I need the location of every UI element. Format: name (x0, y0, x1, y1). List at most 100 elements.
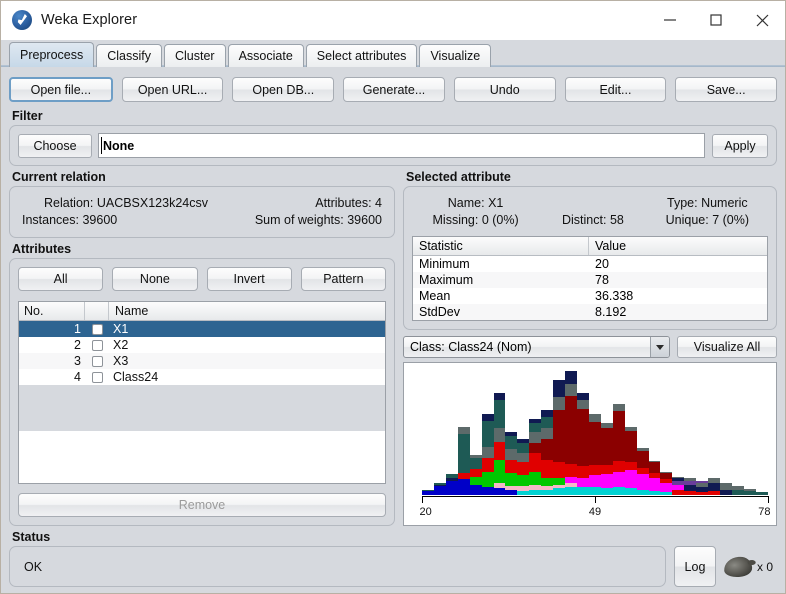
maximize-button[interactable] (693, 1, 739, 39)
attributes-count-row: Attributes: 4 (208, 196, 382, 210)
log-button[interactable]: Log (673, 546, 716, 587)
sum-weights-label: Sum of weights: (254, 213, 344, 227)
histogram-bar-segment (529, 442, 542, 454)
open-file-button[interactable]: Open file... (9, 77, 113, 102)
chevron-down-icon[interactable] (650, 337, 669, 357)
filter-box: Choose None Apply (9, 125, 777, 166)
histogram-bar-segment (541, 459, 554, 479)
close-button[interactable] (739, 1, 785, 39)
save-button[interactable]: Save... (675, 77, 778, 102)
choose-filter-button[interactable]: Choose (18, 133, 92, 158)
sum-weights-value: 39600 (347, 213, 382, 227)
histogram-bar-segment (588, 465, 601, 476)
attribute-histogram[interactable]: 20 49 78 (403, 362, 777, 526)
histogram-bar-segment (600, 465, 613, 475)
class-combo[interactable]: Class: Class24 (Nom) (403, 336, 670, 358)
table-row[interactable]: 2 X2 (19, 337, 385, 353)
open-db-button[interactable]: Open DB... (232, 77, 335, 102)
row-checkbox[interactable] (85, 323, 109, 335)
generate-button[interactable]: Generate... (343, 77, 445, 102)
column-header-name: Name (115, 304, 149, 318)
table-row[interactable]: 4 Class24 (19, 369, 385, 385)
histogram-bar-segment (648, 491, 661, 495)
tab-select-attributes[interactable]: Select attributes (305, 44, 418, 67)
histogram-bar-segment (553, 488, 566, 495)
select-all-button[interactable]: All (18, 267, 104, 291)
pattern-button[interactable]: Pattern (300, 267, 386, 291)
remove-attributes-button[interactable]: Remove (18, 493, 386, 517)
histogram-bar-segment (636, 489, 649, 495)
attributes-box: All None Invert Pattern No. Name 1 X1 2 … (9, 258, 395, 526)
row-checkbox[interactable] (85, 355, 109, 367)
histogram-bar-segment (469, 484, 482, 495)
histogram-bar (755, 492, 768, 495)
tab-associate[interactable]: Associate (227, 44, 304, 67)
histogram-bar-segment (612, 411, 625, 462)
statistics-table: Statistic Value Minimum 20 Maximum 78 Me… (412, 236, 768, 321)
window-title: Weka Explorer (41, 12, 138, 28)
tab-visualize[interactable]: Visualize (419, 44, 492, 67)
table-row[interactable]: 3 X3 (19, 353, 385, 369)
histogram-bar-segment (553, 410, 566, 463)
select-none-button[interactable]: None (112, 267, 198, 291)
attributes-table[interactable]: No. Name 1 X1 2 X2 3 X3 4 Class24 (18, 301, 386, 484)
histogram-bar-segment (505, 472, 518, 486)
histogram-bar (743, 488, 756, 495)
histogram-bar-segment (565, 463, 577, 477)
histogram-bar-segment (576, 478, 589, 488)
main-tabs: Preprocess Classify Cluster Associate Se… (1, 40, 785, 67)
attribute-selection-buttons: All None Invert Pattern (18, 267, 386, 291)
minimize-button[interactable] (647, 1, 693, 39)
row-checkbox[interactable] (85, 371, 109, 383)
attributes-group: Attributes All None Invert Pattern No. N… (9, 242, 395, 526)
histogram-bar-segment (576, 408, 589, 467)
table-row[interactable]: 1 X1 (19, 321, 385, 337)
histogram-bar-segment (493, 488, 506, 495)
attribute-distinct-row: Distinct: 58 (537, 213, 648, 227)
invert-selection-button[interactable]: Invert (206, 267, 292, 291)
histogram-bar (541, 410, 554, 495)
status-message: OK (9, 546, 666, 587)
histogram-bar (588, 414, 601, 495)
status-group: Status OK Log x 0 (9, 530, 777, 593)
histogram-bar-segment (541, 478, 554, 486)
histogram-bar-segment (529, 423, 542, 433)
edit-button[interactable]: Edit... (564, 77, 667, 102)
attribute-unique-row: Unique: 7 (0%) (649, 213, 766, 227)
attribute-missing-row: Missing: 0 (0%) (414, 213, 537, 227)
open-url-button[interactable]: Open URL... (121, 77, 224, 102)
column-header-statistic: Statistic (413, 237, 589, 255)
histogram-bar (517, 438, 530, 495)
filter-group: Filter Choose None Apply (9, 109, 777, 166)
attribute-name-label: Name: (447, 196, 485, 210)
histogram-bar-segment (731, 489, 744, 495)
histogram-bar-segment (565, 384, 577, 396)
visualize-all-button[interactable]: Visualize All (677, 336, 777, 358)
attribute-distinct-value: 58 (609, 213, 624, 227)
selected-attribute-info: Name: X1 Type: Numeric Missing: 0 (0%) D… (404, 187, 776, 236)
histogram-bar-segment (600, 428, 613, 466)
row-checkbox[interactable] (85, 339, 109, 351)
undo-button[interactable]: Undo (453, 77, 556, 102)
tab-classify[interactable]: Classify (96, 44, 162, 67)
histogram-bar (576, 393, 589, 495)
selected-attribute-title: Selected attribute (406, 170, 511, 184)
statistic-value: 20 (595, 257, 609, 271)
statistics-table-header: Statistic Value (413, 237, 767, 256)
histogram-bar-segment (612, 471, 625, 488)
weka-explorer-window: Weka Explorer Preprocess Classify Cluste… (0, 0, 786, 594)
tab-cluster[interactable]: Cluster (164, 44, 226, 67)
running-task-count: x 0 (756, 559, 773, 574)
weka-bird-icon (723, 555, 753, 578)
apply-filter-button[interactable]: Apply (712, 133, 768, 158)
histogram-bar-segment (576, 487, 589, 495)
histogram-bar-segment (505, 489, 518, 495)
tab-preprocess[interactable]: Preprocess (9, 42, 95, 67)
histogram-bar-segment (600, 474, 613, 489)
status-row: OK Log x 0 (9, 546, 777, 587)
histogram-bar-segment (576, 466, 589, 479)
histogram-bar-segment (457, 433, 470, 473)
histogram-bar (529, 419, 542, 495)
current-relation-title: Current relation (12, 170, 106, 184)
filter-value-field[interactable]: None (98, 133, 705, 158)
